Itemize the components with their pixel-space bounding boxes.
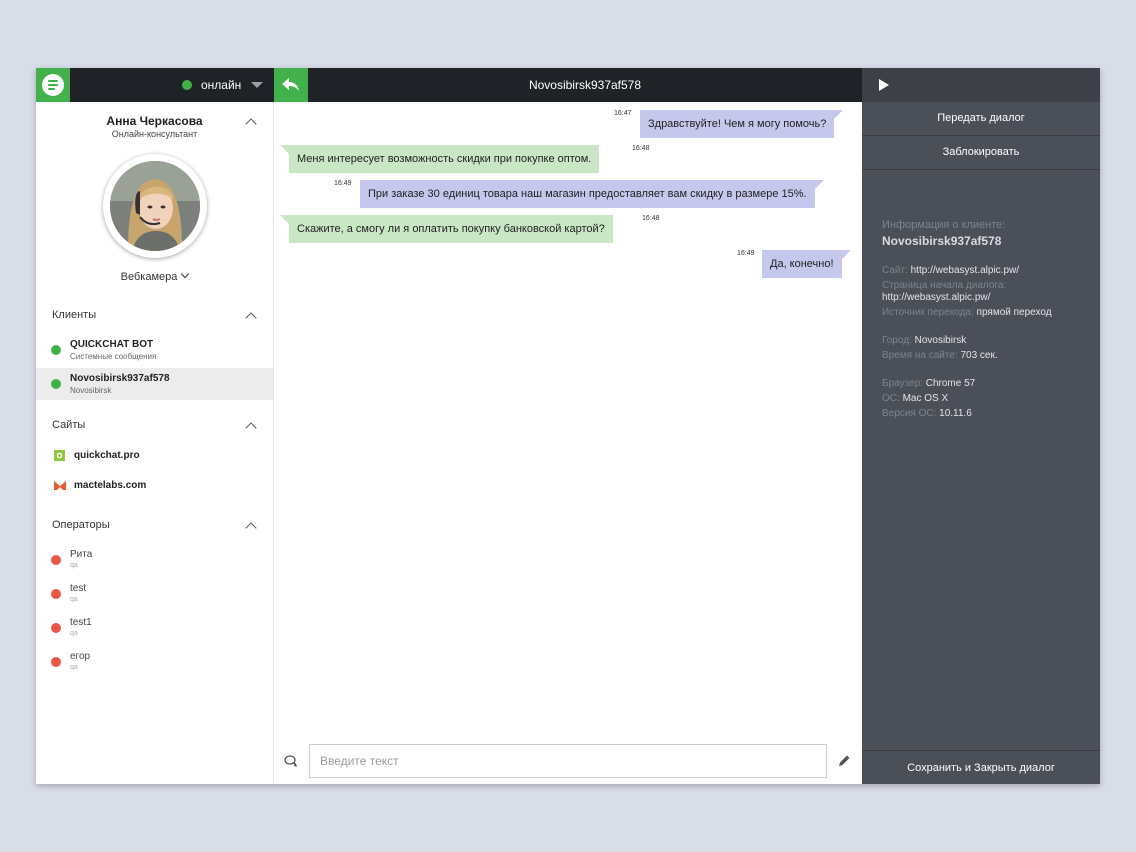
- clients-section-title: Клиенты: [52, 309, 97, 321]
- save-close-dialog-button[interactable]: Сохранить и Закрыть диалог: [862, 750, 1100, 784]
- chat-bubbles-icon[interactable]: [284, 754, 298, 768]
- message-input-wrapper: [309, 744, 827, 778]
- transfer-dialog-button[interactable]: Передать диалог: [862, 102, 1100, 136]
- pencil-icon[interactable]: [838, 754, 851, 767]
- info-os-row: ОС: Mac OS X: [882, 393, 949, 404]
- operators-section-title: Операторы: [52, 519, 110, 531]
- message-time: 16:48: [632, 145, 650, 152]
- operator-item-name: Рита: [70, 549, 93, 560]
- reply-back-button[interactable]: [274, 68, 308, 102]
- message-time: 16:47: [614, 110, 632, 117]
- operator-item-test[interactable]: test qa: [36, 578, 273, 610]
- offline-status-dot: [51, 657, 61, 667]
- online-status-dot: [182, 80, 192, 90]
- info-browser-row: Браузер: Chrome 57: [882, 378, 976, 389]
- message-client: Скажите, а смогу ли я оплатить покупку б…: [280, 215, 613, 243]
- offline-status-dot: [51, 589, 61, 599]
- chat-logo-icon: [42, 74, 64, 96]
- play-button[interactable]: [862, 68, 1100, 102]
- site-item-mactelabs[interactable]: mactelabs.com: [36, 472, 273, 498]
- site-name: mactelabs.com: [74, 480, 147, 491]
- info-start-page-label: Страница начала диалога:: [882, 280, 1007, 291]
- chat-app-window: онлайн Novosibirsk937af578 Анна Черкасов…: [36, 68, 1100, 784]
- operator-role: Онлайн-консультант: [111, 129, 198, 139]
- client-name: QUICKCHAT BOT: [70, 339, 154, 350]
- block-button[interactable]: Заблокировать: [862, 136, 1100, 170]
- collapse-clients-chevron-up-icon[interactable]: [245, 312, 257, 324]
- offline-status-dot: [51, 555, 61, 565]
- chat-title: Novosibirsk937af578: [528, 78, 642, 92]
- info-referrer-row: Источник перехода: прямой переход: [882, 307, 1052, 318]
- client-name: Novosibirsk937af578: [70, 373, 170, 384]
- message-time: 16:49: [737, 250, 755, 257]
- operator-item-name: егор: [70, 651, 91, 662]
- collapse-sites-chevron-up-icon[interactable]: [245, 422, 257, 434]
- message-time: 16:48: [642, 215, 660, 222]
- reply-icon: [282, 78, 299, 91]
- operator-photo: [110, 161, 200, 251]
- info-os-version-row: Версия ОС: 10.11.6: [882, 408, 972, 419]
- play-icon: [879, 79, 889, 91]
- avatar: [103, 154, 207, 258]
- site-item-quickchat[interactable]: quickchat.pro: [36, 442, 273, 468]
- operator-item-name: test1: [70, 617, 92, 628]
- webcam-label: Вебкамера: [120, 271, 178, 283]
- status-label: онлайн: [201, 78, 242, 92]
- chat-area: 16:47 Здравствуйте! Чем я могу помочь? 1…: [274, 102, 862, 784]
- client-item-novosibirsk[interactable]: Novosibirsk937af578 Novosibirsk: [36, 368, 273, 400]
- client-info-name: Novosibirsk937af578: [882, 234, 1002, 248]
- collapse-operators-chevron-up-icon[interactable]: [245, 522, 257, 534]
- message-client: Меня интересует возможность скидки при п…: [279, 145, 600, 173]
- info-city-row: Город: Novosibirsk: [882, 335, 967, 346]
- client-info-title: Информация о клиенте:: [882, 219, 1006, 231]
- info-start-page-value: http://webasyst.alpic.pw/: [882, 292, 991, 303]
- operator-item-test1[interactable]: test1 qa: [36, 612, 273, 644]
- operator-item-sub: qa: [70, 596, 78, 603]
- offline-status-dot: [51, 623, 61, 633]
- client-sub: Системные сообщения: [70, 352, 157, 361]
- operator-item-sub: qa: [70, 630, 78, 637]
- sites-section-title: Сайты: [52, 419, 86, 431]
- right-panel: Передать диалог Заблокировать Информация…: [862, 102, 1100, 784]
- operator-item-sub: qa: [70, 664, 78, 671]
- operator-item-egor[interactable]: егор qa: [36, 646, 273, 678]
- client-sub: Novosibirsk: [70, 386, 112, 395]
- operator-photo-icon: [110, 161, 200, 251]
- info-time-row: Время на сайте: 703 сек.: [882, 350, 998, 361]
- chevron-down-icon: [181, 269, 190, 279]
- message-input[interactable]: [310, 745, 826, 777]
- online-status-dot: [51, 345, 61, 355]
- message-time: 16:49: [334, 180, 352, 187]
- site-name: quickchat.pro: [74, 450, 140, 461]
- status-dropdown[interactable]: онлайн: [182, 68, 264, 102]
- operator-name: Анна Черкасова: [106, 114, 203, 128]
- app-logo[interactable]: [36, 68, 70, 102]
- message-operator: Да, конечно!: [762, 250, 851, 278]
- operator-item-rita[interactable]: Рита qa: [36, 544, 273, 576]
- quickchat-icon: [54, 450, 65, 461]
- client-item-quickchat-bot[interactable]: QUICKCHAT BOT Системные сообщения: [36, 334, 273, 366]
- webcam-toggle[interactable]: Вебкамера: [36, 269, 273, 283]
- caret-down-icon: [251, 82, 264, 88]
- message-operator: Здравствуйте! Чем я могу помочь?: [640, 110, 844, 138]
- operator-item-sub: qa: [70, 562, 78, 569]
- left-sidebar: Анна Черкасова Онлайн-консультант Вебкам…: [36, 102, 274, 784]
- online-status-dot: [51, 379, 61, 389]
- top-bar: онлайн Novosibirsk937af578: [36, 68, 1100, 102]
- message-operator: При заказе 30 единиц товара наш магазин …: [360, 180, 824, 208]
- info-site-row: Сайт: http://webasyst.alpic.pw/: [882, 265, 1020, 276]
- operator-item-name: test: [70, 583, 87, 594]
- mactelabs-icon: [54, 481, 66, 490]
